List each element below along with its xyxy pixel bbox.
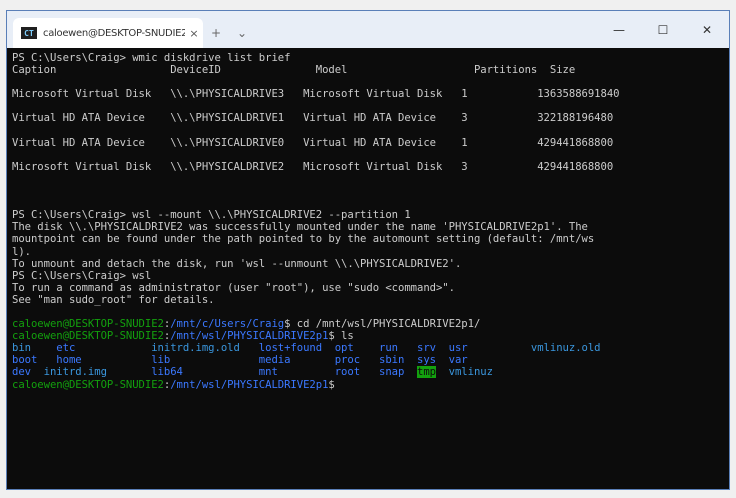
- terminal-line: mountpoint can be found under the path p…: [12, 233, 595, 246]
- title-bar[interactable]: CT caloewen@DESKTOP-SNUDIE2: ~ × + ⌄ — ☐…: [7, 11, 729, 48]
- ls-entry: lost+found: [258, 342, 323, 355]
- ls-entry: dev: [12, 366, 31, 379]
- ls-output-row: bin etc initrd.img.old lost+found opt ru…: [12, 342, 729, 354]
- shell-prompt-line: caloewen@DESKTOP-SNUDIE2:/mnt/wsl/PHYSIC…: [12, 379, 729, 391]
- ls-entry: lib: [151, 354, 171, 367]
- terminal-line: l).: [12, 245, 31, 258]
- ls-entry: sys: [417, 354, 436, 367]
- tab-title: caloewen@DESKTOP-SNUDIE2: ~: [43, 27, 185, 39]
- ls-entry: srv: [417, 342, 436, 355]
- prompt-path: /mnt/wsl/PHYSICALDRIVE2p1: [170, 330, 329, 343]
- ls-entry: run: [379, 342, 399, 355]
- ls-entry: initrd.img: [43, 366, 107, 379]
- terminal-tab[interactable]: CT caloewen@DESKTOP-SNUDIE2: ~ ×: [13, 18, 203, 48]
- terminal-output[interactable]: PS C:\Users\Craig> wmic diskdrive list b…: [7, 48, 729, 489]
- ls-entry: home: [56, 354, 82, 367]
- terminal-line: Virtual HD ATA Device \\.\PHYSICALDRIVE1…: [12, 112, 614, 125]
- prompt-path: /mnt/c/Users/Craig: [170, 318, 285, 331]
- terminal-line: Microsoft Virtual Disk \\.\PHYSICALDRIVE…: [12, 88, 620, 101]
- window-controls: — ☐ ✕: [597, 11, 729, 48]
- close-tab-icon[interactable]: ×: [185, 27, 203, 40]
- ls-entry: lib64: [151, 366, 183, 379]
- terminal-app-icon: CT: [21, 27, 37, 39]
- ls-entry: var: [448, 354, 468, 367]
- terminal-line: To unmount and detach the disk, run 'wsl…: [12, 257, 462, 270]
- terminal-line: The disk \\.\PHYSICALDRIVE2 was successf…: [12, 221, 588, 234]
- ls-entry: vmlinuz.old: [530, 342, 601, 355]
- prompt-user: caloewen@DESKTOP-SNUDIE2: [12, 330, 164, 343]
- terminal-line: PS C:\Users\Craig> wmic diskdrive list b…: [12, 52, 291, 64]
- terminal-line: Caption DeviceID Model Partitions Size: [12, 64, 576, 77]
- ls-entry: root: [334, 366, 361, 379]
- ls-entry: initrd.img.old: [151, 342, 240, 355]
- terminal-line: See "man sudo_root" for details.: [12, 293, 215, 306]
- ls-entry: boot: [12, 354, 38, 367]
- ls-entry: vmlinuz: [448, 366, 493, 379]
- ls-entry: bin: [12, 342, 31, 355]
- terminal-line: To run a command as administrator (user …: [12, 281, 455, 294]
- terminal-window: CT caloewen@DESKTOP-SNUDIE2: ~ × + ⌄ — ☐…: [6, 10, 730, 490]
- new-tab-button[interactable]: +: [203, 18, 229, 48]
- close-window-button[interactable]: ✕: [685, 11, 729, 48]
- ls-entry: etc: [56, 342, 76, 355]
- ls-entry: usr: [448, 342, 468, 355]
- ls-entry: mnt: [258, 366, 278, 379]
- prompt-path: /mnt/wsl/PHYSICALDRIVE2p1: [170, 378, 329, 391]
- prompt-dollar: $: [328, 378, 335, 391]
- ls-output-row: boot home lib media proc sbin sys var: [12, 354, 729, 366]
- terminal-line: Microsoft Virtual Disk \\.\PHYSICALDRIVE…: [12, 160, 614, 173]
- prompt-user: caloewen@DESKTOP-SNUDIE2: [12, 318, 164, 331]
- minimize-button[interactable]: —: [597, 11, 641, 48]
- ls-entry: proc: [334, 354, 361, 367]
- shell-prompt-line: caloewen@DESKTOP-SNUDIE2:/mnt/c/Users/Cr…: [12, 318, 729, 330]
- terminal-line: PS C:\Users\Craig> wsl: [12, 269, 152, 282]
- ls-entry: sbin: [379, 354, 405, 367]
- ls-entry: tmp: [417, 366, 436, 379]
- maximize-button[interactable]: ☐: [641, 11, 685, 48]
- terminal-line: Virtual HD ATA Device \\.\PHYSICALDRIVE0…: [12, 136, 614, 149]
- shell-prompt-line: caloewen@DESKTOP-SNUDIE2:/mnt/wsl/PHYSIC…: [12, 330, 729, 342]
- chevron-down-icon[interactable]: ⌄: [229, 18, 255, 48]
- ls-entry: snap: [379, 366, 405, 379]
- ls-entry: opt: [334, 342, 354, 355]
- shell-command: cd /mnt/wsl/PHYSICALDRIVE2p1/: [290, 318, 481, 331]
- shell-command: ls: [334, 330, 354, 343]
- ls-entry: media: [258, 354, 291, 367]
- terminal-line: PS C:\Users\Craig> wsl --mount \\.\PHYSI…: [12, 209, 411, 222]
- prompt-user: caloewen@DESKTOP-SNUDIE2: [12, 378, 164, 391]
- ls-output-row: dev initrd.img lib64 mnt root snap tmp v…: [12, 366, 729, 379]
